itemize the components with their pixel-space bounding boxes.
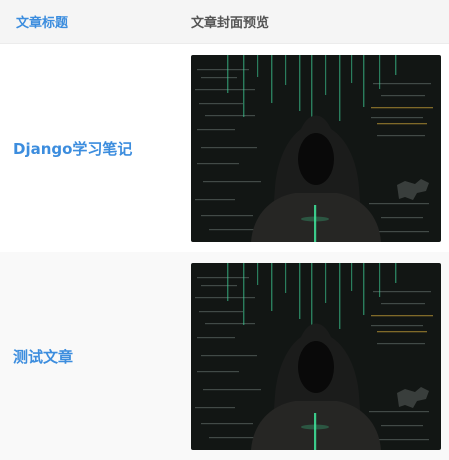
title-cell: Django学习笔记 bbox=[0, 138, 177, 159]
table-row: Django学习笔记 bbox=[0, 44, 449, 252]
cover-image bbox=[191, 54, 441, 242]
cover-image bbox=[191, 262, 441, 450]
cover-cell bbox=[177, 54, 441, 242]
article-title-link[interactable]: Django学习笔记 bbox=[13, 140, 132, 158]
cover-cell bbox=[177, 262, 441, 450]
column-header-title[interactable]: 文章标题 bbox=[0, 12, 177, 31]
table-header: 文章标题 文章封面预览 bbox=[0, 0, 449, 44]
table-row: 测试文章 bbox=[0, 252, 449, 460]
column-header-cover-preview: 文章封面预览 bbox=[191, 16, 270, 31]
title-cell: 测试文章 bbox=[0, 346, 177, 367]
article-table: 文章标题 文章封面预览 Django学习笔记 测试文章 bbox=[0, 0, 449, 460]
article-title-link[interactable]: 测试文章 bbox=[13, 348, 73, 366]
